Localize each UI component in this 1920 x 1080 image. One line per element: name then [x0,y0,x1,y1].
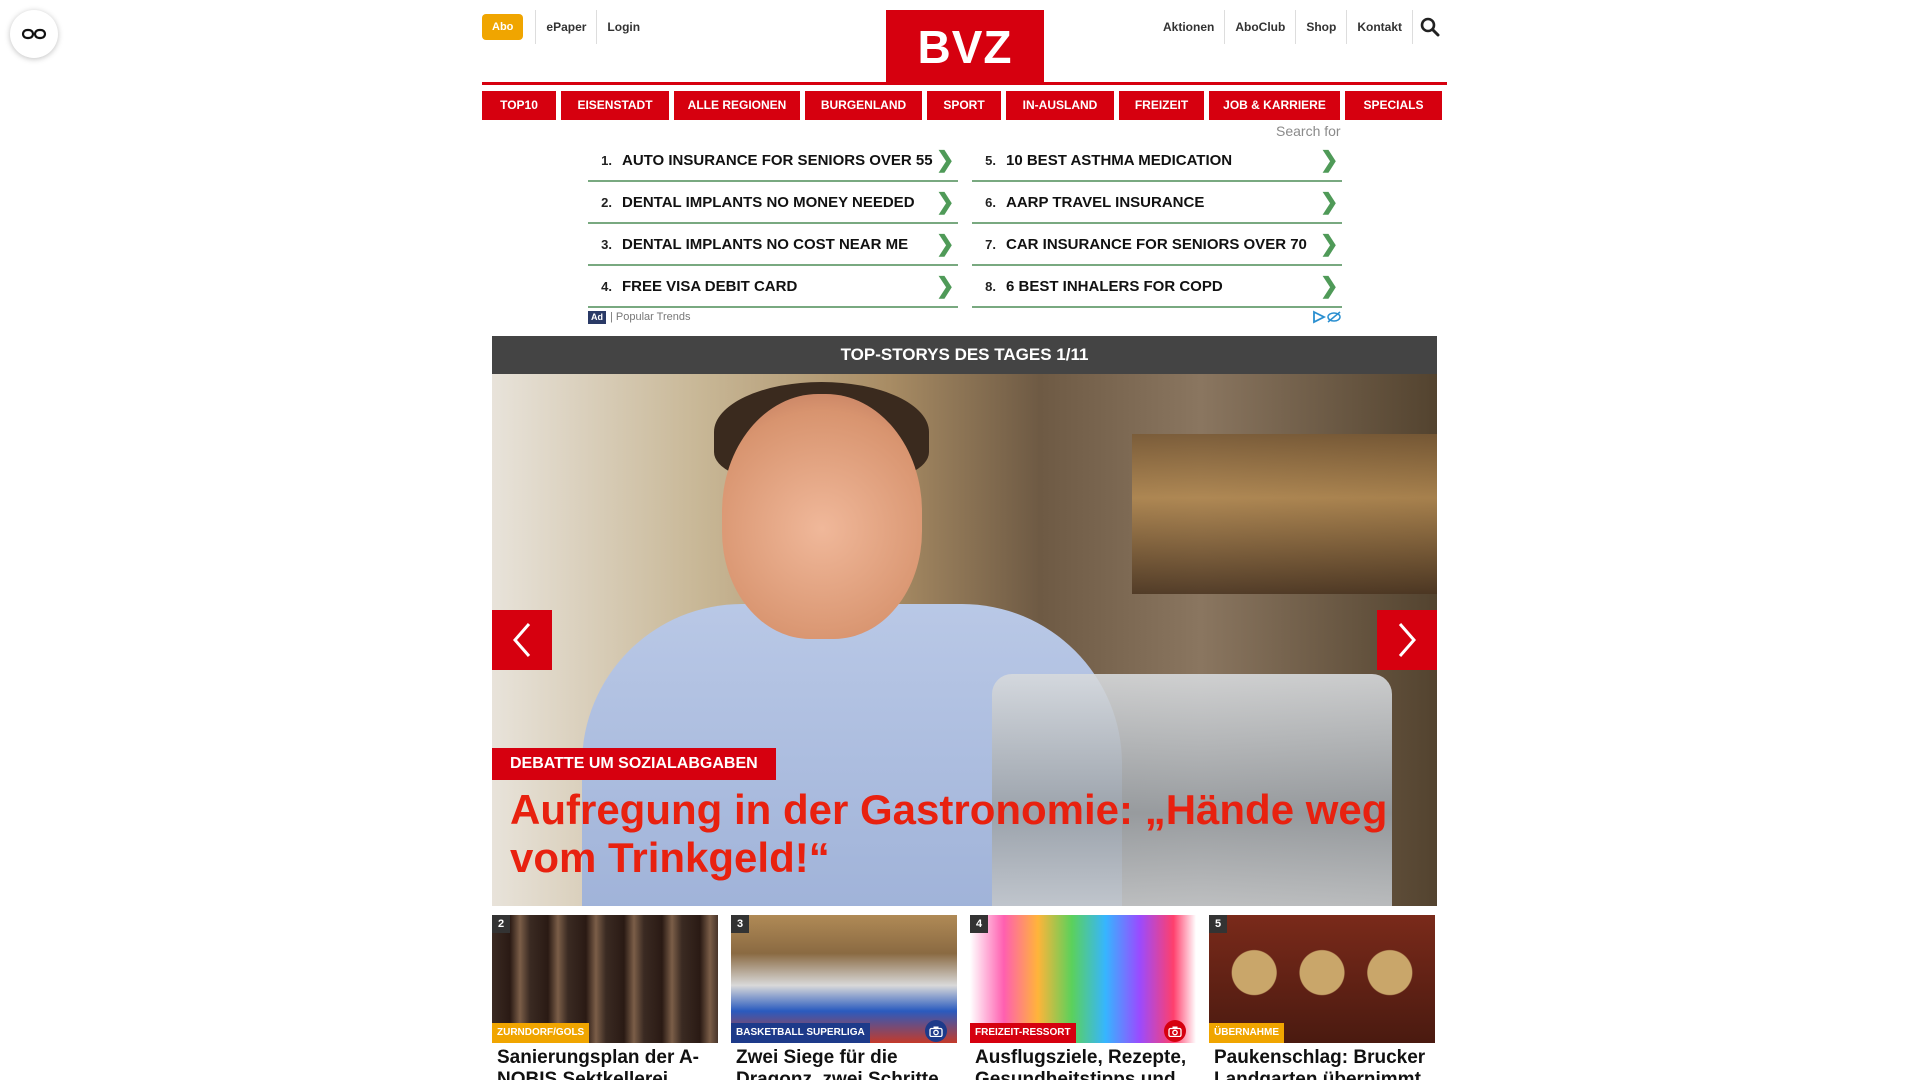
teaser-card[interactable]: 3 BASKETBALL SUPERLIGA Zwei Siege für di… [731,915,957,1080]
teaser-category: ÜBERNAHME [1209,1023,1284,1043]
main-nav: TOP10 EISENSTADT ALLE REGIONEN BURGENLAN… [482,91,1447,120]
teaser-card[interactable]: 5 ÜBERNAHME Paukenschlag: Brucker Landga… [1209,915,1435,1080]
chevron-right-icon [1398,623,1416,657]
teaser-category: FREIZEIT-RESSORT [970,1023,1076,1043]
epaper-link[interactable]: ePaper [536,10,596,44]
camera-icon [929,1026,943,1037]
ad-link[interactable]: 5. 10 BEST ASTHMA MEDICATION ❯ [972,140,1342,182]
nav-item-sport[interactable]: SPORT [927,91,1001,120]
ad-label: CAR INSURANCE FOR SENIORS OVER 70 [1006,235,1307,253]
chevron-left-icon [513,623,531,657]
ad-list-left: 1. AUTO INSURANCE FOR SENIORS OVER 55 ❯ … [588,140,958,308]
utility-nav-right: Aktionen AboClub Shop Kontakt [1153,10,1447,44]
ad-number: 1. [601,152,612,168]
ad-label: AUTO INSURANCE FOR SENIORS OVER 55 [622,151,933,169]
camera-icon [1168,1026,1182,1037]
ad-label: DENTAL IMPLANTS NO MONEY NEEDED [622,193,915,211]
teaser-rank: 3 [731,915,749,933]
ad-number: 2. [601,194,612,210]
site-logo[interactable]: BVZ [886,10,1044,84]
ad-link[interactable]: 1. AUTO INSURANCE FOR SENIORS OVER 55 ❯ [588,140,958,182]
hero-image-face [722,394,922,639]
ad-footer-label: | Popular Trends [610,311,691,323]
ad-number: 6. [985,194,996,210]
teaser-title[interactable]: Paukenschlag: Brucker Landgarten übernim… [1214,1047,1434,1080]
hero-image-background [1132,434,1437,594]
ad-list-right: 5. 10 BEST ASTHMA MEDICATION ❯ 6. AARP T… [972,140,1342,308]
adchoices-icon[interactable] [1312,310,1342,324]
kontakt-link[interactable]: Kontakt [1347,10,1412,44]
ad-footer: Ad | Popular Trends [588,309,1342,325]
chevron-right-icon: ❯ [1320,273,1339,298]
hero-headline[interactable]: Aufregung in der Gastronomie: „Hände weg… [510,786,1390,882]
top-stories-header: TOP-STORYS DES TAGES 1/11 [492,336,1437,374]
ad-badge: Ad [588,310,606,324]
ad-label: 10 BEST ASTHMA MEDICATION [1006,151,1233,169]
teaser-category: ZURNDORF/GOLS [492,1023,590,1043]
ad-number: 7. [985,236,996,252]
chevron-right-icon: ❯ [936,189,955,214]
teaser-title[interactable]: Ausflugsziele, Rezepte, Gesundheitstipps… [975,1047,1195,1080]
nav-item-burgenland[interactable]: BURGENLAND [805,91,922,120]
search-icon [1420,17,1440,37]
ad-number: 5. [985,152,996,168]
carousel-prev-button[interactable] [492,610,552,670]
glasses-icon [21,28,47,40]
nav-item-in-ausland[interactable]: IN-AUSLAND [1006,91,1114,120]
chevron-right-icon: ❯ [1320,189,1339,214]
site-header: Abo ePaper Login BVZ Aktionen AboClub Sh… [482,0,1447,86]
aboclub-link[interactable]: AboClub [1225,10,1295,44]
ad-link[interactable]: 6. AARP TRAVEL INSURANCE ❯ [972,182,1342,224]
chevron-right-icon: ❯ [936,273,955,298]
teaser-card[interactable]: 4 FREIZEIT-RESSORT Ausflugsziele, Rezept… [970,915,1196,1080]
shop-link[interactable]: Shop [1296,10,1346,44]
teaser-rank: 4 [970,915,988,933]
ad-label: AARP TRAVEL INSURANCE [1006,193,1205,211]
ad-label: 6 BEST INHALERS FOR COPD [1006,277,1223,295]
photo-gallery-badge [925,1020,947,1042]
utility-nav-left: Abo ePaper Login [482,10,650,44]
teaser-category: BASKETBALL SUPERLIGA [731,1023,870,1043]
photo-gallery-badge [1164,1020,1186,1042]
hero-kicker: DEBATTE UM SOZIALABGABEN [492,748,776,780]
header-divider [482,82,1447,85]
nav-item-top10[interactable]: TOP10 [482,91,556,120]
chevron-right-icon: ❯ [1320,231,1339,256]
ad-label: FREE VISA DEBIT CARD [622,277,798,295]
ad-link[interactable]: 7. CAR INSURANCE FOR SENIORS OVER 70 ❯ [972,224,1342,266]
nav-item-eisenstadt[interactable]: EISENSTADT [561,91,669,120]
ad-number: 8. [985,278,996,294]
teaser-title[interactable]: Zwei Siege für die Dragonz, zwei Schritt… [736,1047,956,1080]
abo-button[interactable]: Abo [482,14,524,40]
ad-number: 4. [601,278,612,294]
chevron-right-icon: ❯ [936,231,955,256]
ad-link[interactable]: 3. DENTAL IMPLANTS NO COST NEAR ME ❯ [588,224,958,266]
login-link[interactable]: Login [597,10,650,44]
page: Abo ePaper Login BVZ Aktionen AboClub Sh… [0,0,1920,1080]
chevron-right-icon: ❯ [1320,147,1339,172]
nav-item-alle-regionen[interactable]: ALLE REGIONEN [674,91,800,120]
chevron-right-icon: ❯ [936,147,955,172]
nav-item-job-karriere[interactable]: JOB & KARRIERE [1209,91,1340,120]
ad-label: DENTAL IMPLANTS NO COST NEAR ME [622,235,909,253]
search-button[interactable] [1413,10,1447,44]
ad-link[interactable]: 4. FREE VISA DEBIT CARD ❯ [588,266,958,308]
reader-mode-button[interactable] [10,10,58,58]
teaser-rank: 2 [492,915,510,933]
ad-number: 3. [601,236,612,252]
ad-search-for-label: Search for [1276,123,1341,139]
ad-link[interactable]: 2. DENTAL IMPLANTS NO MONEY NEEDED ❯ [588,182,958,224]
teaser-card[interactable]: 2 ZURNDORF/GOLS Sanierungsplan der A-NOB… [492,915,718,1080]
aktionen-link[interactable]: Aktionen [1153,10,1224,44]
teaser-title[interactable]: Sanierungsplan der A-NOBIS Sektkellerei [497,1047,717,1080]
nav-item-specials[interactable]: SPECIALS [1345,91,1442,120]
nav-item-freizeit[interactable]: FREIZEIT [1119,91,1204,120]
ad-link[interactable]: 8. 6 BEST INHALERS FOR COPD ❯ [972,266,1342,308]
carousel-next-button[interactable] [1377,610,1437,670]
teaser-rank: 5 [1209,915,1227,933]
hero-slide[interactable]: DEBATTE UM SOZIALABGABEN Aufregung in de… [492,374,1437,906]
